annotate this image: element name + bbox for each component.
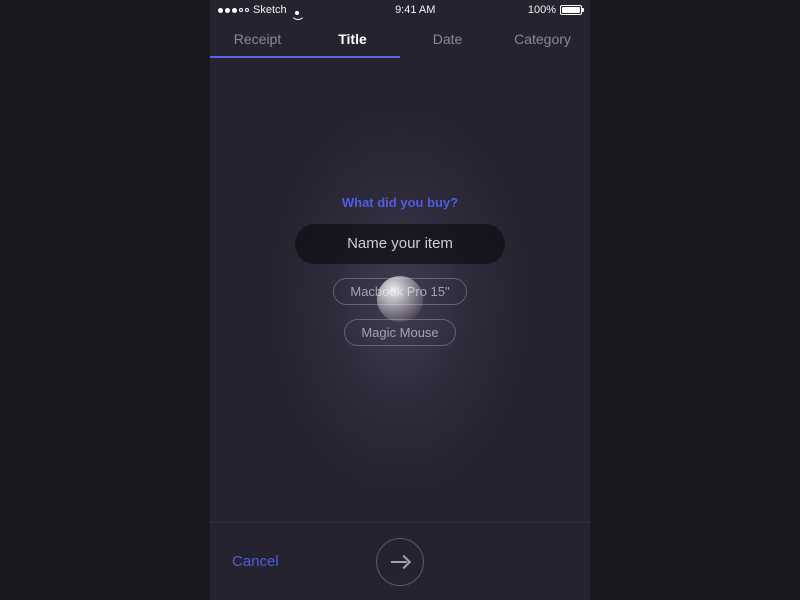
- clock: 9:41 AM: [395, 4, 435, 16]
- status-bar: Sketch 9:41 AM 100%: [210, 0, 590, 20]
- suggestion-chip[interactable]: Macbook Pro 15": [333, 278, 466, 305]
- wifi-icon: [291, 6, 303, 15]
- tab-title[interactable]: Title: [305, 25, 400, 53]
- battery-percent: 100%: [528, 4, 556, 16]
- signal-dots-icon: [218, 8, 249, 13]
- cancel-button[interactable]: Cancel: [210, 553, 301, 570]
- main-content: What did you buy? Macbook Pro 15" Magic …: [210, 58, 590, 522]
- tab-date[interactable]: Date: [400, 25, 495, 53]
- phone-frame: Sketch 9:41 AM 100% Receipt Title Date C…: [210, 0, 590, 600]
- arrow-right-icon: [391, 555, 409, 569]
- footer-bar: Cancel: [210, 522, 590, 600]
- tab-category[interactable]: Category: [495, 25, 590, 53]
- item-name-input[interactable]: [295, 224, 505, 264]
- battery-icon: [560, 5, 582, 15]
- suggestion-chip[interactable]: Magic Mouse: [344, 319, 455, 346]
- next-button[interactable]: [376, 538, 424, 586]
- carrier-label: Sketch: [253, 4, 287, 16]
- step-tabs: Receipt Title Date Category: [210, 20, 590, 58]
- tab-receipt[interactable]: Receipt: [210, 25, 305, 53]
- prompt-label: What did you buy?: [342, 195, 458, 210]
